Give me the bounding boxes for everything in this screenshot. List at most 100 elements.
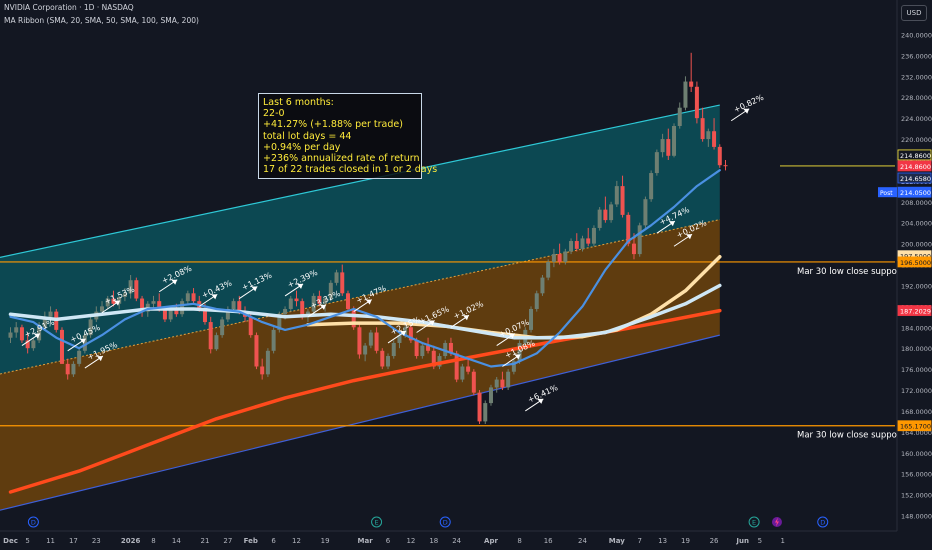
price-tag: Post 214.0500 [878,186,932,198]
price-axis[interactable]: 148.0000152.0000156.0000160.0000164.0000… [896,0,932,550]
candle-body [643,199,648,226]
price-tag: 165.1700 [897,420,932,432]
time-tick-label: 24 [578,537,587,545]
candle-body [340,272,345,294]
candle-body [334,272,339,283]
time-tick-label: 21 [201,537,210,545]
price-tag-label: 214.6580 [900,175,931,183]
candle-body [620,186,625,215]
candle-body [271,329,276,351]
stats-line: total lot days = 44 [263,130,352,142]
candle-body [477,392,482,422]
time-tick-label: 8 [517,537,521,545]
candle-body [386,356,391,367]
candle-body [488,387,493,404]
candle-body [31,340,36,349]
price-tick-label: 200.0000 [901,241,932,249]
candle-body [363,345,368,355]
candle-body [569,241,574,252]
support-label: Mar 30 low close support [797,431,904,441]
currency-button[interactable]: USD [901,5,927,21]
candle-body [677,107,682,126]
candle-body [460,366,465,380]
stats-box: Last 6 months: 22-0 +41.27% (+1.88% per … [258,93,438,179]
stats-line: 17 of 22 trades closed in 1 or 2 days [263,164,438,176]
candle-body [500,379,505,388]
price-tick-label: 220.0000 [901,136,932,144]
candle-body [454,353,459,380]
time-tick-label: 19 [321,537,330,545]
price-tag-label: 214.8600 [900,163,931,171]
price-tick-label: 172.0000 [901,387,932,395]
time-tick-label: 8 [151,537,155,545]
dividend-icon: D [31,519,36,527]
price-tick-label: 156.0000 [901,471,932,479]
price-tick-label: 148.0000 [901,513,932,521]
candle-body [191,293,196,302]
candle-body [574,241,579,249]
candle-body [77,350,82,364]
earnings-icon: E [752,519,756,527]
stats-line: Last 6 months: [263,97,334,108]
price-tick-label: 152.0000 [901,492,932,500]
time-tick-label: 27 [223,537,232,545]
candle-body [14,327,19,333]
earnings-icon: E [375,519,379,527]
symbol-title[interactable]: NVIDIA Corporation · 1D · NASDAQ [4,3,134,12]
candle-body [220,319,225,336]
time-tick-label: 6 [271,537,276,545]
price-tag: 214.8600 [897,160,932,172]
candle-body [689,81,694,87]
candle-body [723,165,728,167]
dividend-icon: D [820,519,825,527]
event-marker[interactable] [771,517,782,527]
stats-line: +0.94% per day [263,141,341,153]
candle-body [8,332,13,338]
price-tick-label: 240.0000 [901,32,932,40]
candle-body [706,131,711,140]
candle-body [48,311,53,317]
candle-body [717,146,722,166]
candle-body [603,209,608,221]
price-tick-label: 192.0000 [901,282,932,290]
time-tick-label: May [609,537,625,545]
time-tick-label: 1 [780,537,784,545]
price-chart[interactable]: Mar 30 low close support Mar 30 low close… [0,0,932,550]
candle-body [248,316,253,336]
candle-body [294,298,299,302]
time-tick-label: Dec [3,537,18,545]
price-tick-label: 160.0000 [901,450,932,458]
candle-body [208,322,213,350]
time-tick-label: Apr [484,537,498,545]
time-tick-label: 2026 [121,537,141,545]
time-tick-label: 6 [386,537,391,545]
candle-body [506,371,511,388]
price-tick-label: 176.0000 [901,366,932,374]
candle-body [283,308,288,315]
candle-body [254,335,259,367]
candle-body [694,86,699,119]
candle-body [185,293,190,302]
price-tag-label: 214.8600 [900,152,931,160]
time-tick-label: 11 [46,537,55,545]
candle-body [59,329,64,364]
price-tick-label: 236.0000 [901,52,932,60]
time-axis[interactable]: Dec 5 11 17 23 2026 8 14 21 27 Feb 6 12 19 Mar 6 12 18 24 A… [0,530,932,550]
price-tick-label: 180.0000 [901,345,932,353]
candle-body [65,363,70,375]
indicator-title[interactable]: MA Ribbon (SMA, 20, SMA, 50, SMA, 100, S… [4,16,199,25]
candle-body [260,366,265,375]
price-tag: 214.8600 [897,149,932,161]
candle-body [683,81,688,108]
candle-body [637,225,642,255]
candle-body [151,301,156,304]
price-tick-label: 208.0000 [901,199,932,207]
time-tick-label: 23 [92,537,101,545]
time-tick-label: 17 [69,537,78,545]
candle-body [591,227,596,244]
candle-body [391,342,396,357]
post-badge-label: Post [880,190,893,197]
price-tick-label: 232.0000 [901,73,932,81]
candle-body [357,327,362,355]
price-tag: 214.6580 [897,172,932,184]
